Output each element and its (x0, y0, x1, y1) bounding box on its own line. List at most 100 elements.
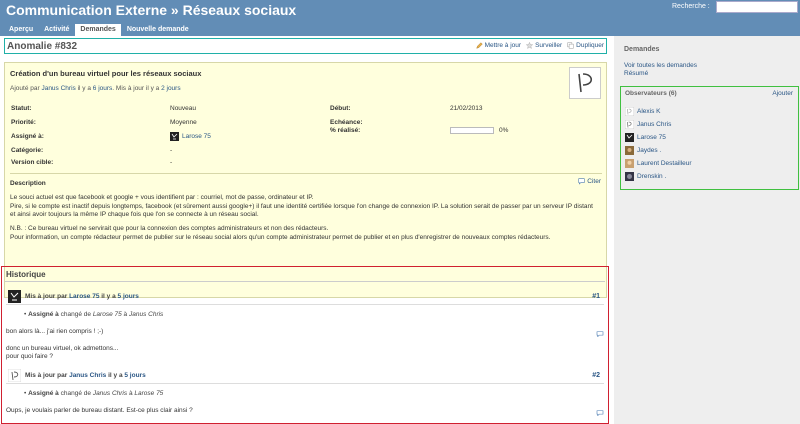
cite-label: Citer (587, 178, 601, 185)
avatar-icon (578, 73, 593, 93)
project-title[interactable]: Communication Externe » Réseaux sociaux (6, 2, 296, 18)
history-separator (5, 281, 605, 282)
journal-note: pour quoi faire ? (6, 353, 53, 360)
watcher-item: Laurent Destailleur (625, 159, 692, 168)
journal-prefix: Mis à jour par (25, 293, 68, 300)
watcher-item: Drenskin . (625, 172, 666, 181)
watch-button[interactable]: Surveiller (526, 42, 562, 49)
version-label: Version cible: (11, 159, 54, 166)
done-label: % réalisé: (330, 127, 361, 134)
done-progress-bar (450, 127, 494, 134)
history-section: Historique Mis à jour par Larose 75 il y… (1, 266, 609, 424)
summary-link[interactable]: Résumé (624, 70, 648, 77)
sidebar-title: Demandes (624, 46, 660, 53)
watcher-link[interactable]: Alexis K (637, 108, 660, 115)
copy-button[interactable]: Dupliquer (567, 42, 604, 49)
edit-button[interactable]: Mettre à jour (475, 42, 522, 49)
description-paragraph: Pour information, un compte rédacteur pe… (10, 233, 551, 241)
priority-label: Priorité: (11, 119, 36, 126)
watcher-link[interactable]: Janus Chris (637, 121, 671, 128)
status-value: Nouveau (170, 105, 197, 112)
journal-ago-link[interactable]: 5 jours (124, 372, 145, 379)
issue-title: Anomalie #832 (7, 41, 78, 52)
due-label: Echéance: (330, 119, 363, 126)
journal-note: bon alors là... j'ai rien compris ! ;-) (6, 328, 104, 335)
user-avatar-icon (625, 133, 634, 142)
user-avatar-icon (625, 159, 634, 168)
view-all-issues-link[interactable]: Voir toutes les demandes (624, 62, 697, 69)
watcher-item: Janus Chris (625, 120, 671, 129)
star-icon (526, 42, 534, 49)
search-label: Recherche : (672, 3, 710, 10)
description-paragraph: Pire, si le compte est inactif depuis lo… (10, 202, 593, 219)
author-avatar (569, 67, 601, 99)
done-value: 0% (499, 127, 509, 134)
watcher-link[interactable]: Jaydes . (637, 147, 661, 154)
edit-label: Mettre à jour (484, 42, 522, 49)
copy-label: Dupliquer (576, 42, 604, 49)
sidebar: Demandes Voir toutes les demandes Résumé… (614, 36, 800, 424)
add-watcher-link[interactable]: Ajouter (772, 90, 793, 97)
issue-subject: Création d'un bureau virtuel pour les ré… (10, 69, 202, 78)
watcher-link[interactable]: Laurent Destailleur (637, 160, 692, 167)
issue-heading: Anomalie #832 Mettre à jour Surveiller D… (4, 38, 607, 54)
search-input[interactable] (716, 1, 798, 13)
detail-changed: changé de (60, 390, 91, 397)
journal-user-link[interactable]: Larose 75 (69, 293, 99, 300)
description-paragraph: N.B. : Ce bureau virtuel ne servirait qu… (10, 225, 329, 232)
watcher-item: Larose 75 (625, 133, 666, 142)
author-prefix: Ajouté par (10, 85, 40, 92)
main-menu: Aperçu Activité Demandes Nouvelle demand… (4, 24, 195, 36)
tab-demandes[interactable]: Demandes (75, 24, 121, 36)
watch-label: Surveiller (535, 42, 563, 49)
user-avatar-icon (625, 172, 634, 181)
detail-to: Larose 75 (134, 390, 164, 397)
quote-icon[interactable] (596, 410, 604, 416)
tab-apercu[interactable]: Aperçu (4, 24, 38, 36)
pencil-icon (475, 42, 483, 49)
top-header: Communication Externe » Réseaux sociaux … (0, 0, 800, 36)
tab-activite[interactable]: Activité (39, 24, 74, 36)
watcher-item: Alexis K (625, 107, 660, 116)
detail-to: Janus Chris (128, 311, 164, 318)
journal-title: Mis à jour par Larose 75 il y a 5 jours (25, 293, 139, 300)
watcher-link[interactable]: Drenskin . (637, 173, 666, 180)
updated-prefix: . Mis à jour il y a (112, 85, 160, 92)
issue-author-line: Ajouté par Janus Chris il y a 6 jours. M… (10, 85, 181, 92)
user-avatar-icon (625, 120, 634, 129)
description-title: Description (10, 180, 46, 187)
assigned-link[interactable]: Larose 75 (182, 133, 211, 140)
detail-field: Assigné à (28, 390, 59, 397)
detail-field: Assigné à (28, 311, 59, 318)
watcher-link[interactable]: Larose 75 (637, 134, 666, 141)
author-link[interactable]: Janus Chris (41, 85, 75, 92)
cite-button[interactable]: Citer (578, 178, 601, 185)
quote-icon[interactable] (596, 331, 604, 337)
updated-ago-link[interactable]: 2 jours (161, 85, 181, 92)
start-label: Début: (330, 105, 351, 112)
journal-ago-prefix: il y a (101, 293, 116, 300)
tab-nouvelle-demande[interactable]: Nouvelle demande (122, 24, 194, 36)
larose-avatar-icon (8, 290, 21, 303)
added-ago-link[interactable]: 6 jours (93, 85, 113, 92)
journal-number-link[interactable]: #1 (592, 293, 600, 300)
journal-number-link[interactable]: #2 (592, 372, 600, 379)
detail-to-word: à (123, 311, 128, 318)
journal-detail: • Assigné à changé de Janus Chris à Laro… (24, 390, 164, 397)
history-title: Historique (6, 270, 46, 279)
copy-icon (567, 42, 574, 49)
journal-note: donc un bureau virtuel, ok admettons... (6, 345, 119, 352)
main-content: Anomalie #832 Mettre à jour Surveiller D… (0, 36, 614, 424)
user-avatar-icon (625, 146, 634, 155)
journal-ago-link[interactable]: 5 jours (118, 293, 139, 300)
journal-detail: • Assigné à changé de Larose 75 à Janus … (24, 311, 164, 318)
added-ago-prefix: il y a (77, 85, 91, 92)
journal-prefix: Mis à jour par (25, 372, 68, 379)
watchers-title: Observateurs (6) (625, 90, 677, 97)
journal-user-link[interactable]: Janus Chris (69, 372, 106, 379)
detail-changed: changé de (60, 311, 91, 318)
status-label: Statut: (11, 105, 32, 112)
journal-note: Oups, je voulais parler de bureau distan… (6, 407, 193, 414)
start-value: 21/02/2013 (450, 105, 483, 112)
detail-from: Larose 75 (92, 311, 122, 318)
